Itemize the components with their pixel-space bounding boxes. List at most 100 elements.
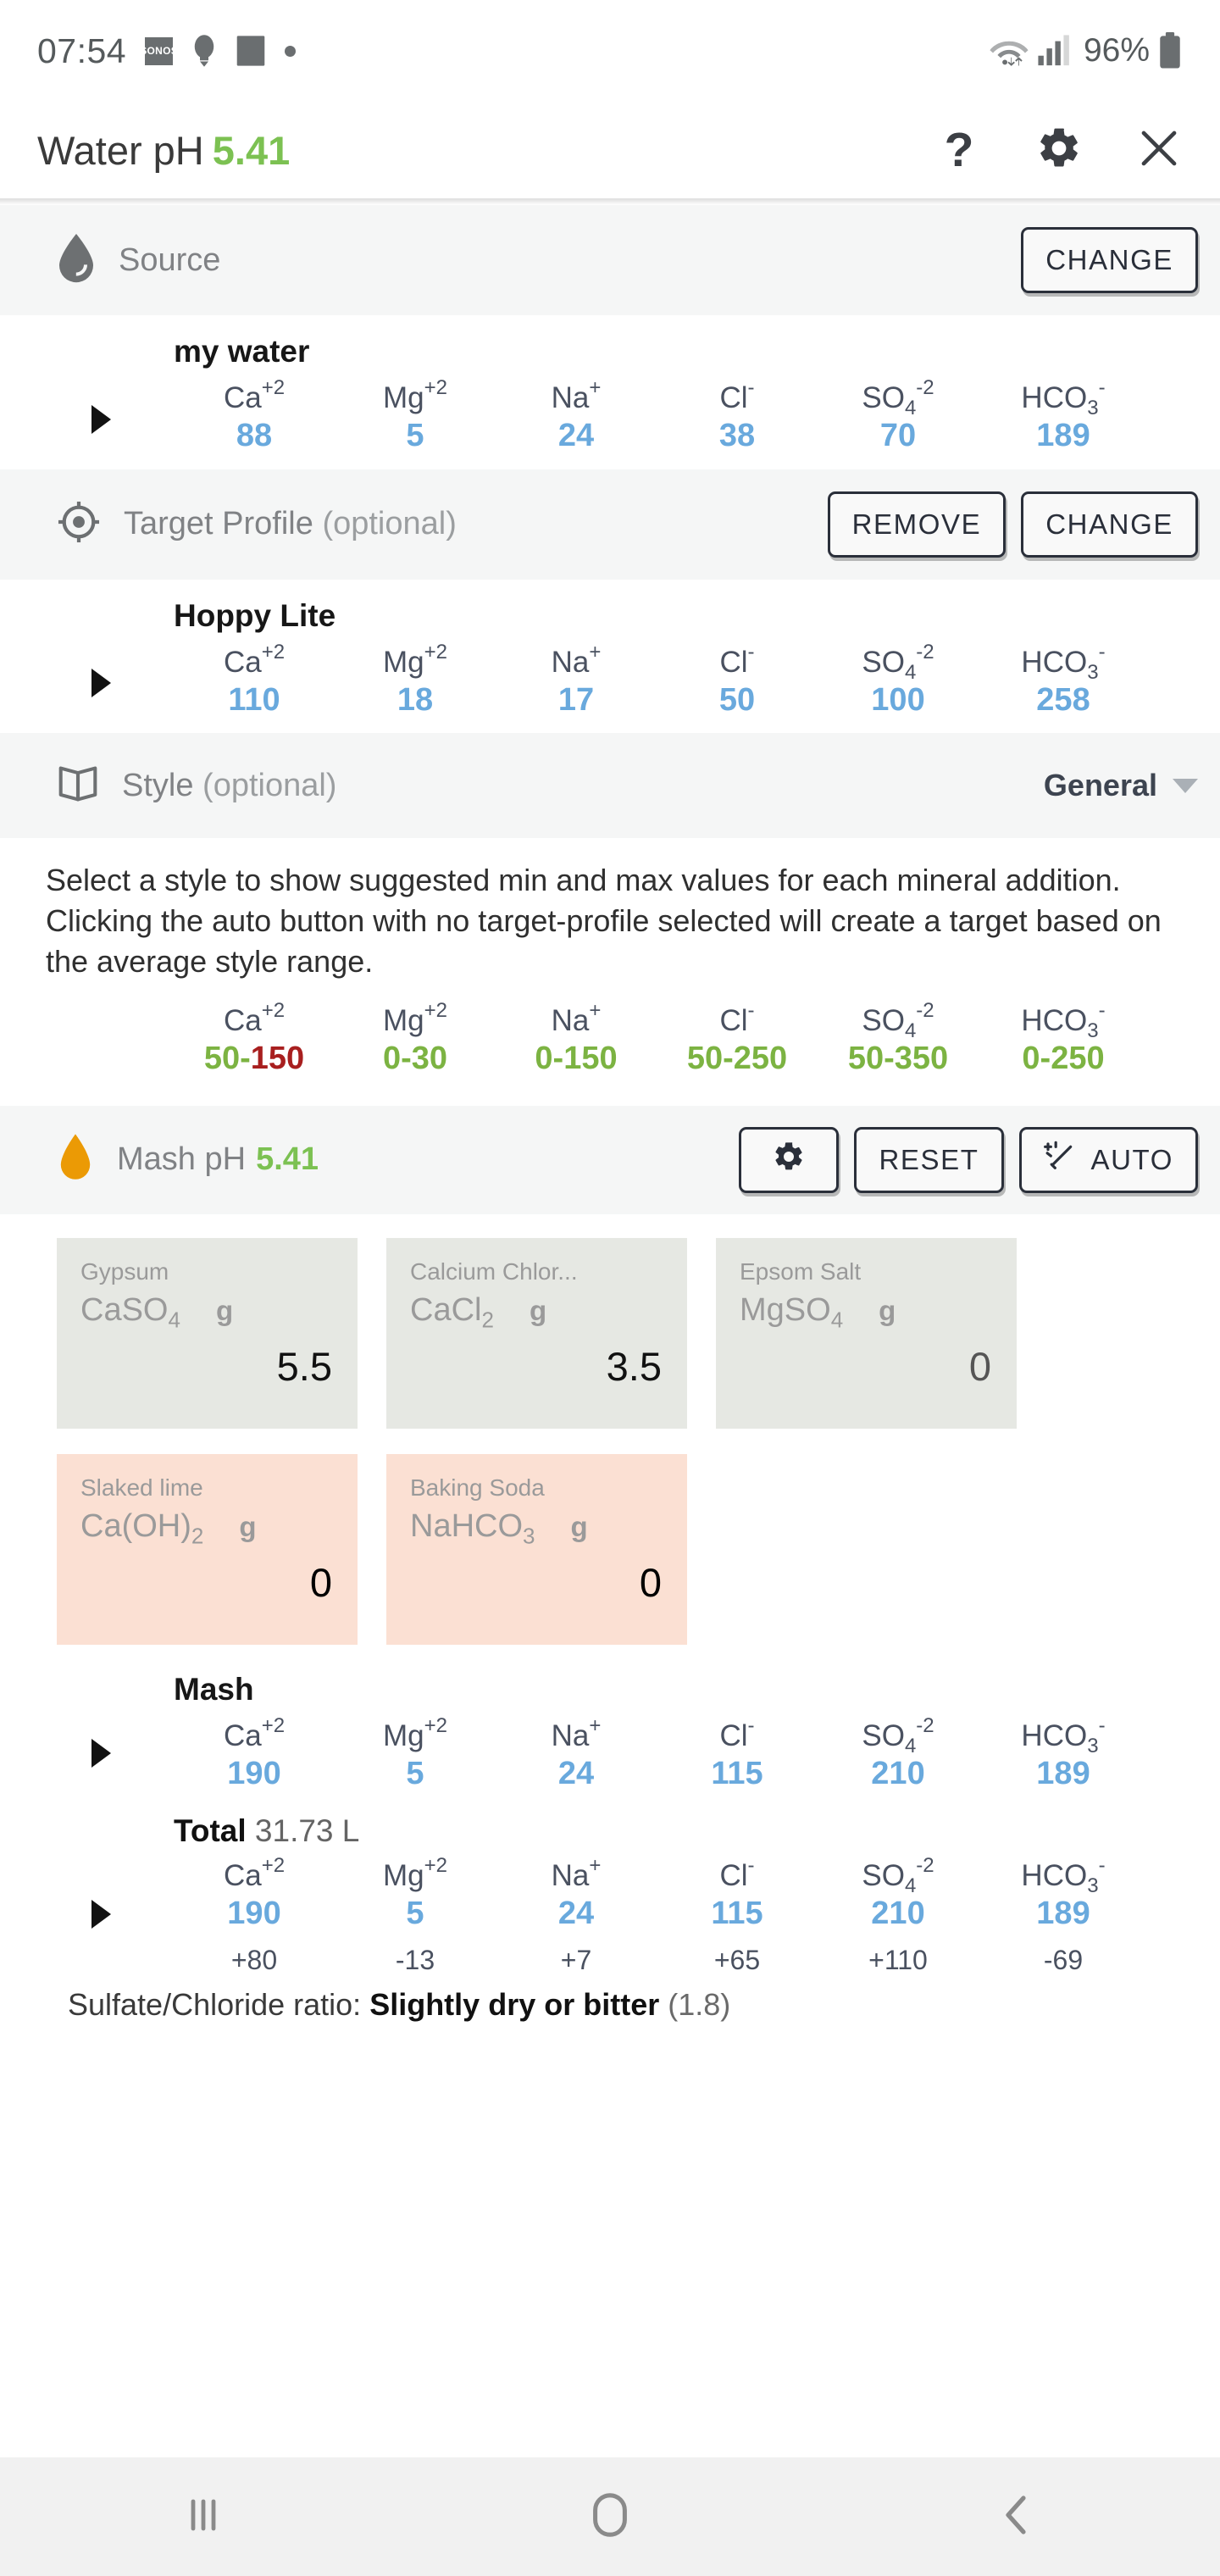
addition-card-gypsum[interactable]: Gypsum CaSO4 g 5.5 <box>57 1237 358 1429</box>
addition-card-slaked-lime[interactable]: Slaked lime Ca(OH)2 g 0 <box>57 1453 358 1645</box>
nav-back-button[interactable] <box>932 2491 1101 2543</box>
addition-value[interactable]: 0 <box>310 1559 332 1606</box>
style-range-table: Ca+2 Mg+2 Na+ Cl- SO4-2 HCO3- 50-150 0-3… <box>0 982 1220 1087</box>
ratio-prefix: Sulfate/Chloride ratio: <box>68 1987 370 2023</box>
target-ion-table[interactable]: Ca+2 Mg+2 Na+ Cl- SO4-2 HCO3- 110 18 17 … <box>0 634 1220 734</box>
target-profile-label: Target Profile (optional) <box>124 506 457 542</box>
target-change-button[interactable]: CHANGE <box>1021 491 1198 558</box>
ion-col-mg: Mg+2 <box>383 1713 447 1752</box>
help-button[interactable]: ? <box>935 125 983 174</box>
settings-button[interactable] <box>1035 126 1083 174</box>
target-ion-values: 110 18 17 50 100 258 <box>92 680 1220 721</box>
addition-card-calcium-chloride[interactable]: Calcium Chlor... CaCl2 g 3.5 <box>386 1237 687 1429</box>
source-label: Source <box>119 242 221 278</box>
mash-ph-value: 5.41 <box>256 1141 319 1178</box>
header-shadow <box>0 199 1220 205</box>
mash-result-values: 190 5 24 115 210 189 <box>92 1753 1220 1795</box>
style-range-cl: 50-250 <box>686 1041 788 1077</box>
chevron-right-icon[interactable] <box>92 404 111 434</box>
addition-formula: CaCl2 <box>410 1291 494 1333</box>
ion-col-na: Na+ <box>551 1713 602 1752</box>
mash-settings-button[interactable] <box>739 1126 840 1193</box>
total-value-ca: 190 <box>227 1896 281 1932</box>
source-value-na: 24 <box>557 418 595 454</box>
source-change-button[interactable]: CHANGE <box>1021 227 1198 293</box>
close-button[interactable] <box>1135 126 1183 174</box>
source-value-ca: 88 <box>236 418 273 454</box>
style-select[interactable]: General <box>1044 768 1198 803</box>
ion-col-ca: Ca+2 <box>223 376 286 414</box>
style-range-hco3: 0-250 <box>1022 1041 1105 1077</box>
source-section-header: Source CHANGE <box>0 205 1220 315</box>
ion-col-hco3: HCO3- <box>1021 1713 1106 1757</box>
addition-value[interactable]: 0 <box>969 1343 991 1390</box>
ion-col-ca: Ca+2 <box>223 998 286 1037</box>
addition-formula: CaSO4 <box>80 1291 180 1333</box>
total-label: Total <box>174 1813 247 1849</box>
ion-col-ca: Ca+2 <box>223 640 286 679</box>
target-ion-symbols: Ca+2 Mg+2 Na+ Cl- SO4-2 HCO3- <box>92 640 1220 684</box>
source-ion-symbols: Ca+2 Mg+2 Na+ Cl- SO4-2 HCO3- <box>92 376 1220 419</box>
addition-name: Calcium Chlor... <box>410 1257 578 1285</box>
nav-home-button[interactable] <box>525 2490 695 2544</box>
total-result-table[interactable]: Ca+2 Mg+2 Na+ Cl- SO4-2 HCO3- 190 5 24 1… <box>0 1849 1220 1979</box>
status-bar: 07:54 SONOS 96% <box>0 0 1220 102</box>
addition-name: Baking Soda <box>410 1474 545 1501</box>
target-profile-actions: REMOVE CHANGE <box>827 491 1198 558</box>
status-bar-right: 96% <box>989 0 1183 102</box>
style-description: Select a style to show suggested min and… <box>46 863 1162 980</box>
mash-reset-button[interactable]: RESET <box>854 1126 1004 1193</box>
addition-unit: g <box>529 1294 547 1326</box>
water-ph-value: 5.41 <box>212 127 291 173</box>
ion-col-hco3: HCO3- <box>1021 376 1106 419</box>
ion-col-so4: SO4-2 <box>862 640 934 684</box>
addition-value[interactable]: 5.5 <box>277 1343 332 1390</box>
addition-card-epsom-salt[interactable]: Epsom Salt MgSO4 g 0 <box>716 1237 1017 1429</box>
source-value-mg: 5 <box>406 418 424 454</box>
app-header-actions: ? <box>935 125 1183 174</box>
nav-recents-button[interactable] <box>119 2493 288 2541</box>
ion-col-hco3: HCO3- <box>1021 640 1106 684</box>
mash-value-so4: 210 <box>871 1755 925 1791</box>
ion-col-mg: Mg+2 <box>383 640 447 679</box>
ion-col-na: Na+ <box>551 1854 602 1893</box>
source-ion-table[interactable]: Ca+2 Mg+2 Na+ Cl- SO4-2 HCO3- 88 5 24 38… <box>0 369 1220 469</box>
target-icon <box>58 501 100 547</box>
mineral-cards-row-1: Gypsum CaSO4 g 5.5 Calcium Chlor... CaCl… <box>0 1237 1220 1429</box>
ion-col-cl: Cl- <box>719 640 755 679</box>
chevron-down-icon <box>1173 778 1198 793</box>
mash-result-table[interactable]: Ca+2 Mg+2 Na+ Cl- SO4-2 HCO3- 190 5 24 1… <box>0 1707 1220 1801</box>
target-value-ca: 110 <box>228 681 280 718</box>
source-ion-values: 88 5 24 38 70 189 <box>92 415 1220 457</box>
mash-result-symbols: Ca+2 Mg+2 Na+ Cl- SO4-2 HCO3- <box>92 1713 1220 1757</box>
addition-name: Gypsum <box>80 1257 169 1285</box>
total-result-values: 190 5 24 115 210 189 <box>92 1893 1220 1935</box>
source-profile-name: my water <box>174 334 310 369</box>
source-value-hco3: 189 <box>1036 418 1090 454</box>
home-icon <box>588 2490 632 2544</box>
addition-name: Epsom Salt <box>740 1257 862 1285</box>
addition-formula: MgSO4 <box>740 1291 844 1333</box>
ion-col-na: Na+ <box>551 640 602 679</box>
chevron-right-icon[interactable] <box>92 1739 111 1768</box>
target-remove-button[interactable]: REMOVE <box>827 491 1006 558</box>
magic-wand-icon <box>1043 1140 1078 1180</box>
addition-value[interactable]: 0 <box>640 1559 662 1606</box>
wifi-icon <box>989 34 1029 68</box>
mineral-cards-row-2: Slaked lime Ca(OH)2 g 0 Baking Soda NaHC… <box>0 1453 1220 1645</box>
battery-percent: 96% <box>1083 32 1150 69</box>
total-label-row: Total 31.73 L <box>0 1800 1220 1849</box>
mash-result-label: Mash <box>174 1671 254 1707</box>
chevron-right-icon[interactable] <box>92 669 111 698</box>
gear-icon <box>772 1140 806 1180</box>
mash-value-cl: 115 <box>711 1755 763 1791</box>
style-range-ca: 50-150 <box>203 1041 305 1077</box>
mash-actions: RESET AUTO <box>739 1126 1198 1193</box>
style-range-mg: 0-30 <box>382 1041 448 1077</box>
mash-auto-button[interactable]: AUTO <box>1018 1126 1198 1193</box>
chevron-right-icon[interactable] <box>92 1899 111 1929</box>
ion-col-so4: SO4-2 <box>862 1854 934 1898</box>
addition-value[interactable]: 3.5 <box>607 1343 662 1390</box>
source-actions: CHANGE <box>1021 227 1198 293</box>
addition-card-baking-soda[interactable]: Baking Soda NaHCO3 g 0 <box>386 1453 687 1645</box>
